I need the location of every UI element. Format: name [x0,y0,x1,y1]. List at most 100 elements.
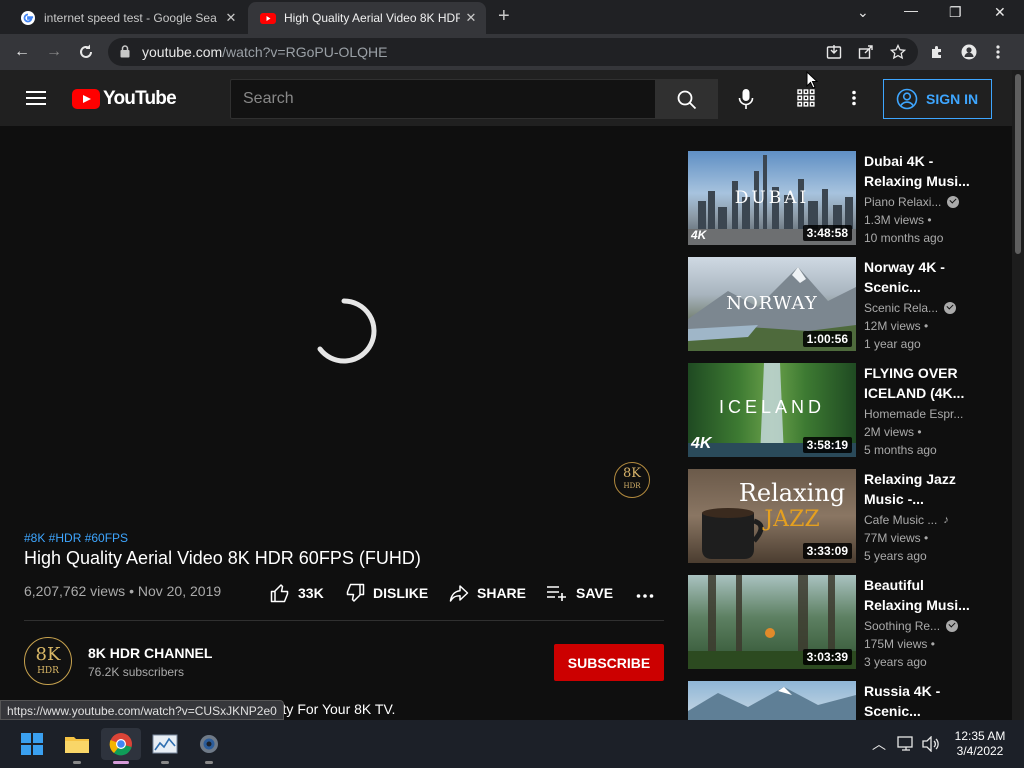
view-count: 77M views • [864,531,929,545]
running-indicator [205,761,213,764]
video-player[interactable]: 8K HDR [0,126,688,518]
subscribe-button[interactable]: SUBSCRIBE [554,644,664,681]
network-icon[interactable] [897,736,915,752]
video-thumbnail[interactable]: Relaxing JAZZ 3:33:09 [688,469,856,563]
bookmark-star-icon[interactable] [890,44,906,60]
taskbar-task-manager[interactable] [145,728,185,764]
lock-icon[interactable] [120,45,130,58]
close-tab-icon[interactable]: ✕ [460,10,482,26]
taskbar-chrome[interactable] [101,728,141,764]
reload-icon[interactable] [77,43,95,61]
more-actions-icon[interactable] [636,593,654,599]
settings-icon [200,735,218,753]
chrome-icon [109,733,132,756]
chrome-menu-icon[interactable] [995,44,1001,60]
video-title[interactable]: Relaxing Jazz Music -... [864,469,974,509]
video-title[interactable]: Russia 4K - Scenic... [864,681,974,720]
sign-in-label: SIGN IN [926,91,979,107]
start-button[interactable] [12,728,52,760]
sign-in-button[interactable]: SIGN IN [883,79,992,119]
restore-button[interactable]: ❐ [949,4,962,21]
channel-name-text: Scenic Rela... [864,301,939,315]
microphone-icon[interactable] [736,88,756,110]
thumbs-up-icon [270,584,289,603]
channel-name[interactable]: Cafe Music ... ♪ [864,513,949,527]
video-title[interactable]: Beautiful Relaxing Musi... [864,575,974,615]
video-title[interactable]: Norway 4K - Scenic... [864,257,974,297]
dislike-button[interactable]: DISLIKE [345,583,428,603]
recommended-video[interactable]: ICELAND 4K 3:58:19 FLYING OVER ICELAND (… [688,363,978,457]
taskbar-settings[interactable] [189,728,229,764]
clock-time: 12:35 AM [954,729,1006,743]
recommended-video[interactable]: Russia 4K - Scenic... [688,681,978,720]
video-thumbnail[interactable]: 3:03:39 [688,575,856,669]
thumbnail-4k-badge: 4K [691,228,707,242]
search-button[interactable] [656,79,718,119]
channel-avatar[interactable]: 8K HDR [24,637,72,685]
extensions-puzzle-icon[interactable] [929,44,945,60]
taskbar-file-explorer[interactable] [57,728,97,764]
apps-grid-icon[interactable] [797,89,815,107]
share-label: SHARE [477,585,527,601]
install-app-icon[interactable] [826,44,842,60]
thumbnail-4k-badge: 4K [691,435,712,452]
channel-name[interactable]: Soothing Re... [864,619,959,633]
video-thumbnail[interactable]: ICELAND 4K 3:58:19 [688,363,856,457]
video-title[interactable]: Dubai 4K - Relaxing Musi... [864,151,974,191]
youtube-logo[interactable]: YouTube [72,88,177,110]
minimize-button[interactable]: — [904,2,918,18]
channel-watermark[interactable]: 8K HDR [614,462,650,498]
new-tab-button[interactable]: + [498,6,510,26]
save-button[interactable]: SAVE [546,583,613,603]
close-window-button[interactable]: ✕ [994,4,1006,21]
video-thumbnail[interactable] [688,681,856,720]
thumbnail-title: NORWAY [726,293,818,314]
tab-search-chevron-icon[interactable]: ⌄ [857,4,869,21]
video-hashtags[interactable]: #8K #HDR #60FPS [24,531,128,545]
video-thumbnail[interactable]: NORWAY 1:00:56 [688,257,856,351]
video-title[interactable]: FLYING OVER ICELAND (4K... [864,363,974,403]
channel-name[interactable]: Scenic Rela... [864,301,957,315]
share-page-icon[interactable] [858,44,874,60]
more-options-icon[interactable] [851,90,857,106]
verified-check-icon [947,196,960,208]
youtube-header: YouTube Search SIGN IN [0,70,1012,126]
recommended-video[interactable]: 3:03:39 Beautiful Relaxing Musi... Sooth… [688,575,978,669]
recommended-video[interactable]: NORWAY 1:00:56 Norway 4K - Scenic... Sce… [688,257,978,351]
page-scrollbar[interactable] [1012,70,1024,720]
forward-arrow-icon[interactable]: → [44,42,64,62]
volume-icon[interactable] [922,736,940,752]
search-input[interactable]: Search [230,79,656,119]
address-bar[interactable]: youtube.com/watch?v=RGoPU-OLQHE [108,38,918,66]
url-path: /watch?v=RGoPU-OLQHE [222,44,388,60]
channel-name-text: Soothing Re... [864,619,941,633]
profile-avatar-icon[interactable] [961,44,977,60]
close-tab-icon[interactable]: ✕ [220,10,242,26]
music-note-icon: ♪ [943,514,949,526]
back-arrow-icon[interactable]: ← [12,42,32,62]
scrollbar-thumb[interactable] [1015,74,1021,254]
watermark-hdr: HDR [623,482,641,490]
system-clock[interactable]: 12:35 AM 3/4/2022 [945,729,1015,759]
video-thumbnail[interactable]: DUBAI 4K 3:48:58 [688,151,856,245]
recommended-video[interactable]: Relaxing JAZZ 3:33:09 Relaxing Jazz Musi… [688,469,978,563]
share-button[interactable]: SHARE [449,583,526,603]
show-hidden-icons-chevron-icon[interactable]: ︿ [872,734,886,754]
browser-tab-strip: internet speed test - Google Sea ✕ High … [0,0,1024,34]
recommended-video[interactable]: DUBAI 4K 3:48:58 Dubai 4K - Relaxing Mus… [688,151,978,245]
tab-youtube-video[interactable]: High Quality Aerial Video 8K HDR ✕ [248,2,486,34]
upload-age: 5 months ago [864,443,937,457]
tab-google-search[interactable]: internet speed test - Google Sea ✕ [8,2,246,34]
channel-name[interactable]: Piano Relaxi... [864,195,960,209]
channel-name[interactable]: Homemade Espr... [864,407,963,421]
thumbnail-subtitle: JAZZ [764,507,820,532]
hamburger-menu-icon[interactable] [26,91,46,105]
subscriber-count: 76.2K subscribers [88,665,185,679]
channel-name[interactable]: 8K HDR CHANNEL [88,645,212,661]
search-placeholder: Search [243,90,294,107]
channel-avatar-top: 8K [35,644,61,665]
channel-avatar-bottom: HDR [37,666,59,676]
like-button[interactable]: 33K [270,583,324,603]
tab-title: High Quality Aerial Video 8K HDR [284,11,460,25]
thumbs-down-icon [346,583,365,602]
